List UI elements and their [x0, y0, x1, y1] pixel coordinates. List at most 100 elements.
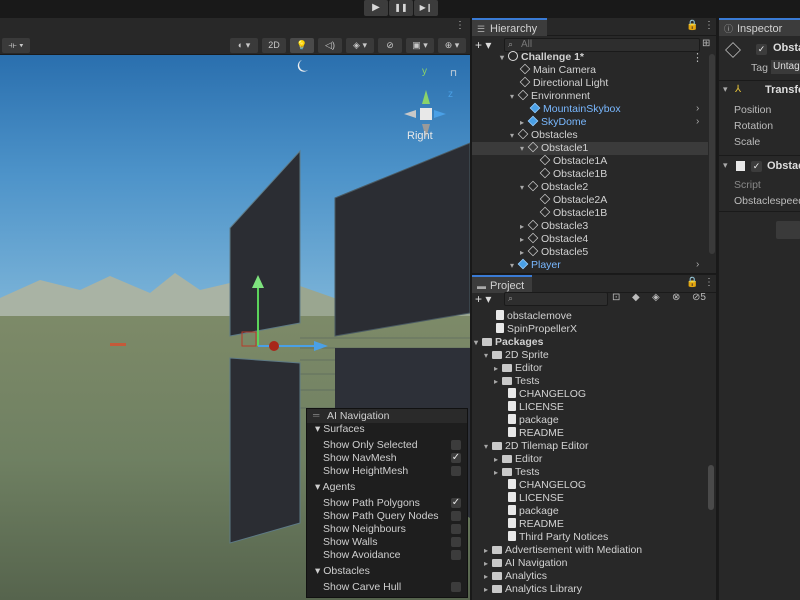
- tree-row-selected[interactable]: ▾ Obstacle1: [472, 141, 708, 155]
- tree-row[interactable]: Directional Light: [519, 76, 608, 90]
- expand-arrow-icon[interactable]: ▾: [474, 336, 482, 349]
- create-asset-button[interactable]: + ▾: [475, 292, 499, 306]
- tab-hierarchy[interactable]: ☰ Hierarchy: [472, 18, 547, 36]
- expand-arrow-icon[interactable]: ▸: [520, 246, 528, 259]
- list-item[interactable]: ▸ Editor: [494, 453, 542, 466]
- expand-arrow-icon[interactable]: ▸: [484, 583, 492, 596]
- expand-arrow-icon[interactable]: ▸: [494, 375, 502, 388]
- script-enabled-checkbox[interactable]: ✓: [751, 161, 762, 172]
- list-item[interactable]: ▸ Editor: [494, 362, 542, 375]
- list-item[interactable]: CHANGELOG: [508, 388, 586, 401]
- list-item[interactable]: package: [508, 505, 559, 518]
- show-carve-hull-checkbox[interactable]: [451, 582, 461, 592]
- hidden-objects-icon[interactable]: ⊘: [378, 38, 402, 53]
- object-name-field[interactable]: Obsta: [773, 42, 800, 54]
- shading-mode-dropdown[interactable]: ◐ ▾: [230, 38, 258, 53]
- project-search-input[interactable]: ⌕: [504, 292, 608, 306]
- show-navmesh-checkbox[interactable]: ✓: [451, 453, 461, 463]
- list-item[interactable]: obstaclemove: [496, 310, 572, 323]
- pause-button[interactable]: ❚❚: [389, 0, 413, 16]
- project-scrollbar[interactable]: [708, 465, 714, 510]
- expand-arrow-icon[interactable]: ▸: [484, 544, 492, 557]
- expand-arrow-icon[interactable]: ▾: [520, 181, 528, 194]
- tag-dropdown[interactable]: Untag: [771, 60, 800, 74]
- list-item[interactable]: ▾ Packages: [474, 336, 543, 349]
- expand-arrow-icon[interactable]: ▾: [520, 142, 528, 155]
- 2d-toggle-button[interactable]: 2D: [262, 38, 286, 53]
- add-component-button[interactable]: [776, 221, 800, 239]
- agents-section[interactable]: ▾ Agents: [315, 481, 355, 494]
- hierarchy-scrollbar[interactable]: [709, 54, 715, 254]
- drag-handle-icon[interactable]: ═: [313, 410, 319, 420]
- expand-arrow-icon[interactable]: ▸: [520, 116, 528, 129]
- transform-header[interactable]: Transfo: [765, 84, 800, 96]
- scene-more-icon[interactable]: ⋮: [455, 20, 465, 31]
- filter-icon[interactable]: ⊗: [672, 292, 680, 303]
- tree-row[interactable]: Main Camera: [519, 63, 596, 77]
- expand-arrow-icon[interactable]: ▸: [520, 233, 528, 246]
- list-item[interactable]: LICENSE: [508, 492, 564, 505]
- lighting-toggle-icon[interactable]: 💡: [290, 38, 314, 53]
- tree-row[interactable]: ▸ SkyDome: [520, 115, 587, 129]
- tab-inspector[interactable]: ⓘ Inspector: [719, 18, 800, 36]
- show-neighbours-checkbox[interactable]: [451, 524, 461, 534]
- tag-icon[interactable]: ◈: [652, 292, 660, 303]
- search-by-label-icon[interactable]: ◆: [632, 292, 640, 303]
- expand-arrow-icon[interactable]: ▸: [494, 453, 502, 466]
- show-heightmesh-checkbox[interactable]: [451, 466, 461, 476]
- tree-row[interactable]: ▸ Obstacle4: [520, 232, 588, 246]
- expand-arrow-icon[interactable]: ▾: [510, 129, 518, 142]
- tree-row[interactable]: MountainSkybox: [529, 102, 621, 116]
- camera-dropdown[interactable]: ▣ ▾: [406, 38, 434, 53]
- create-button[interactable]: + ▾: [475, 38, 499, 52]
- hierarchy-lock-icon[interactable]: 🔒: [686, 20, 698, 31]
- list-item[interactable]: ▸ Analytics: [484, 570, 547, 583]
- list-item[interactable]: ▸ Advertisement with Mediation: [484, 544, 642, 557]
- collapse-arrow-icon[interactable]: ▾: [723, 160, 728, 171]
- open-prefab-chevron-icon[interactable]: ›: [696, 259, 699, 270]
- active-checkbox[interactable]: ✓: [756, 44, 767, 55]
- expand-arrow-icon[interactable]: ▸: [494, 466, 502, 479]
- list-item[interactable]: CHANGELOG: [508, 479, 586, 492]
- effects-dropdown[interactable]: ◈ ▾: [346, 38, 374, 53]
- gizmos-dropdown[interactable]: ⊕ ▾: [438, 38, 466, 53]
- list-item[interactable]: LICENSE: [508, 401, 564, 414]
- collapse-arrow-icon[interactable]: ▾: [723, 84, 728, 95]
- tree-row[interactable]: Obstacle1B: [539, 206, 607, 220]
- expand-arrow-icon[interactable]: ▾: [484, 349, 492, 362]
- open-prefab-chevron-icon[interactable]: ›: [696, 116, 699, 127]
- list-item[interactable]: ▸ Analytics Library: [484, 583, 582, 596]
- list-item[interactable]: Third Party Notices: [508, 531, 608, 544]
- script-component-header[interactable]: Obstac: [767, 160, 800, 172]
- list-item[interactable]: ▸ Tests: [494, 375, 540, 388]
- surfaces-section[interactable]: ▾ Surfaces: [315, 423, 365, 436]
- list-item[interactable]: package: [508, 414, 559, 427]
- lock-icon[interactable]: ⊓: [450, 68, 457, 79]
- tree-row[interactable]: ▸ Obstacle5: [520, 245, 588, 259]
- show-only-selected-checkbox[interactable]: [451, 440, 461, 450]
- audio-toggle-icon[interactable]: ◁): [318, 38, 342, 53]
- show-path-query-nodes-checkbox[interactable]: [451, 511, 461, 521]
- expand-arrow-icon[interactable]: ▾: [500, 51, 508, 64]
- project-more-icon[interactable]: ⋮: [704, 277, 714, 288]
- gizmo-view-label[interactable]: Right: [407, 130, 433, 142]
- tree-row[interactable]: Obstacle1B: [539, 167, 607, 181]
- list-item[interactable]: ▸ AI Navigation: [484, 557, 567, 570]
- list-item[interactable]: README: [508, 518, 564, 531]
- obstacles-section[interactable]: ▾ Obstacles: [315, 565, 370, 578]
- scene-root-row[interactable]: ▾ Challenge 1*: [500, 51, 584, 64]
- expand-arrow-icon[interactable]: ▸: [484, 557, 492, 570]
- expand-arrow-icon[interactable]: ▸: [494, 362, 502, 375]
- step-button[interactable]: ▶❙: [414, 0, 438, 16]
- expand-arrow-icon[interactable]: ▾: [510, 90, 518, 103]
- hidden-packages-icon[interactable]: ⊘5: [692, 292, 706, 303]
- list-item[interactable]: SpinPropellerX: [496, 323, 577, 336]
- show-path-polygons-checkbox[interactable]: ✓: [451, 498, 461, 508]
- tree-row[interactable]: ▾ Environment: [510, 89, 590, 103]
- expand-arrow-icon[interactable]: ▸: [484, 570, 492, 583]
- tree-row[interactable]: ▾ Obstacle2: [520, 180, 588, 194]
- scene-more-icon[interactable]: ⋮: [692, 51, 703, 64]
- open-prefab-chevron-icon[interactable]: ›: [696, 103, 699, 114]
- tree-row[interactable]: ▾ Obstacles: [510, 128, 578, 142]
- tree-row[interactable]: Obstacle2A: [539, 193, 607, 207]
